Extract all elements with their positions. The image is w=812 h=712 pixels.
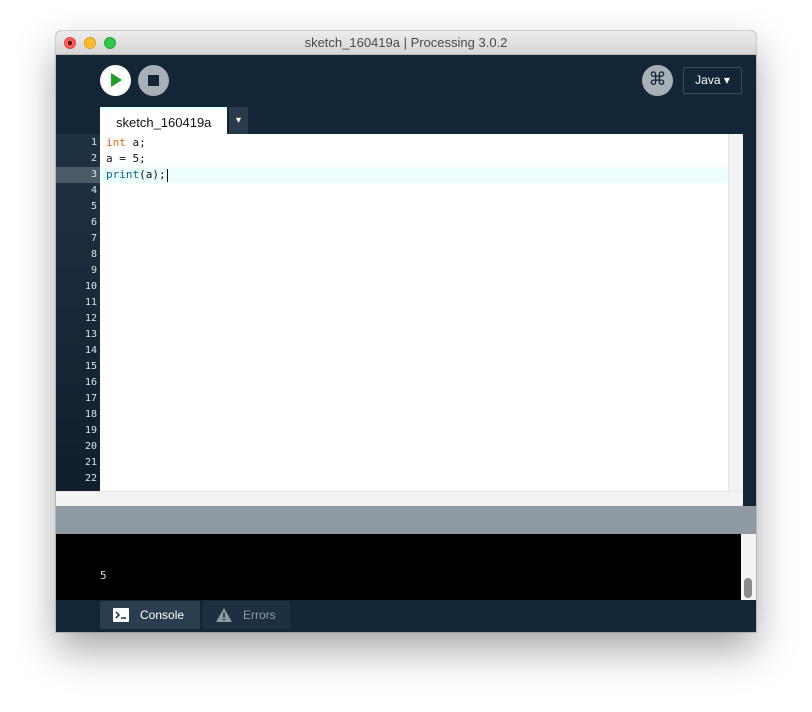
console-output: 5 — [100, 569, 107, 582]
code-text-area[interactable]: int a; a = 5; print(a); — [100, 134, 728, 491]
stop-icon — [148, 75, 159, 86]
editor-horizontal-scrollbar[interactable] — [56, 491, 743, 506]
title-bar[interactable]: sketch_160419a | Processing 3.0.2 — [56, 31, 756, 55]
tab-menu-button[interactable]: ▾ — [229, 107, 248, 134]
line-number: 3 — [90, 169, 97, 180]
tab-errors[interactable]: Errors — [203, 601, 290, 629]
code-line-3: print(a); — [106, 167, 168, 183]
line-number: 4 — [90, 185, 97, 196]
line-number: 14 — [84, 345, 97, 356]
butterfly-debug-icon: ⌘ — [648, 69, 667, 90]
play-icon — [111, 73, 122, 87]
line-number: 13 — [84, 329, 97, 340]
processing-window: sketch_160419a | Processing 3.0.2 ⌘ Java… — [56, 31, 756, 632]
code-editor: 1 2 3 4 5 6 7 8 9 10 11 12 13 14 15 16 17 18 19 20 21 22 int … — [56, 134, 756, 506]
code-text: a; — [125, 136, 146, 149]
line-number: 10 — [84, 281, 97, 292]
line-number: 8 — [90, 249, 97, 260]
console-tab-label: Console — [140, 608, 185, 622]
line-number: 2 — [90, 153, 97, 164]
console-scrollbar[interactable] — [741, 534, 756, 600]
mode-selector[interactable]: Java ▾ — [683, 67, 742, 94]
keyword-int: int — [106, 136, 126, 149]
code-line-2: a = 5; — [106, 152, 146, 165]
footer-bar: Console Errors — [56, 600, 756, 632]
line-number: 20 — [84, 441, 97, 452]
code-text: (a); — [139, 168, 166, 181]
debug-button[interactable]: ⌘ — [642, 65, 673, 96]
run-button[interactable] — [100, 65, 131, 96]
toolbar: ⌘ Java ▾ — [56, 55, 756, 107]
console-panel: 5 — [56, 534, 756, 600]
stop-button[interactable] — [138, 65, 169, 96]
line-number-gutter: 1 2 3 4 5 6 7 8 9 10 11 12 13 14 15 16 17 18 19 20 21 22 — [56, 134, 100, 506]
warning-icon — [216, 608, 232, 622]
tab-console[interactable]: Console — [100, 601, 200, 629]
console-icon — [113, 608, 129, 622]
current-line-highlight — [100, 167, 728, 183]
console-divider-handle[interactable] — [56, 506, 756, 534]
line-number: 18 — [84, 409, 97, 420]
line-number: 15 — [84, 361, 97, 372]
console-scroll-thumb[interactable] — [744, 578, 752, 598]
tab-sketch[interactable]: sketch_160419a — [100, 107, 227, 134]
code-line-1: int a; — [106, 135, 146, 151]
line-number: 16 — [84, 377, 97, 388]
tab-strip: sketch_160419a ▾ — [56, 107, 756, 134]
editor-vertical-scrollbar[interactable] — [728, 134, 743, 491]
text-caret — [166, 168, 168, 182]
line-number: 5 — [90, 201, 97, 212]
line-number: 21 — [84, 457, 97, 468]
line-number: 12 — [84, 313, 97, 324]
function-print: print — [106, 168, 140, 181]
line-number: 7 — [90, 233, 97, 244]
window-title: sketch_160419a | Processing 3.0.2 — [304, 35, 508, 50]
line-number: 19 — [84, 425, 97, 436]
line-number: 9 — [90, 265, 97, 276]
line-number: 1 — [90, 137, 97, 148]
errors-tab-label: Errors — [243, 608, 276, 622]
line-number: 17 — [84, 393, 97, 404]
line-number: 6 — [90, 217, 97, 228]
line-number: 22 — [84, 473, 97, 484]
line-number: 11 — [84, 297, 97, 308]
